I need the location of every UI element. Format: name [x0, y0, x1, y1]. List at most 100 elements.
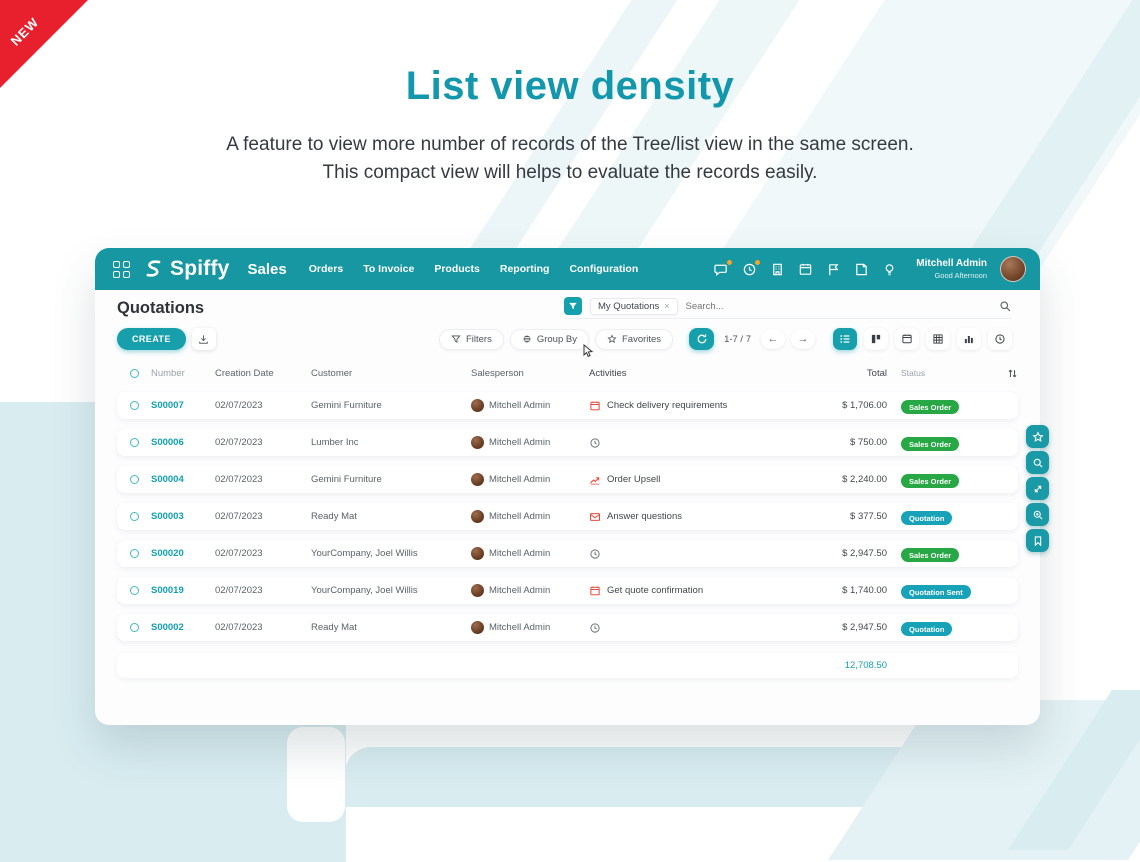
- row-select-circle[interactable]: [130, 401, 139, 410]
- pivot-view-icon[interactable]: [926, 328, 950, 350]
- refresh-button[interactable]: [689, 328, 714, 350]
- activity-cell[interactable]: [589, 622, 777, 634]
- mouse-cursor: [583, 344, 594, 358]
- facet-remove-icon[interactable]: ×: [664, 301, 669, 311]
- total-amount: $ 750.00: [777, 437, 887, 448]
- quotation-number[interactable]: S00003: [151, 511, 215, 522]
- flag-icon[interactable]: [826, 262, 841, 277]
- table-header: Number Creation Date Customer Salesperso…: [117, 364, 1018, 382]
- menu-to-invoice[interactable]: To Invoice: [363, 263, 414, 275]
- list-view-icon[interactable]: [833, 328, 857, 350]
- module-sales[interactable]: Sales: [248, 261, 287, 278]
- row-select-circle[interactable]: [130, 475, 139, 484]
- quotation-number[interactable]: S00002: [151, 622, 215, 633]
- refresh-icon: [696, 333, 708, 345]
- menu-configuration[interactable]: Configuration: [569, 263, 638, 275]
- salesperson-avatar: [471, 584, 484, 597]
- activity-cell[interactable]: [589, 437, 777, 449]
- search-icon[interactable]: [1026, 451, 1049, 474]
- activity-cell[interactable]: [589, 548, 777, 560]
- activity-cell[interactable]: Get quote confirmation: [589, 585, 777, 597]
- total-amount: $ 2,947.50: [777, 622, 887, 633]
- export-button[interactable]: [192, 328, 216, 350]
- col-activities[interactable]: Activities: [589, 368, 777, 379]
- user-greeting: Good Afternoon: [916, 271, 987, 280]
- page-description: A feature to view more number of records…: [0, 131, 1140, 187]
- create-button[interactable]: CREATE: [117, 328, 186, 350]
- salesperson-avatar: [471, 436, 484, 449]
- menu-products[interactable]: Products: [434, 263, 480, 275]
- zoom-in-icon[interactable]: [1026, 503, 1049, 526]
- app-window: Spiffy Sales Orders To Invoice Products …: [95, 248, 1040, 725]
- customer: Ready Mat: [311, 511, 471, 522]
- activity-cell[interactable]: Check delivery requirements: [589, 400, 777, 412]
- table-row[interactable]: S00007 02/07/2023 Gemini Furniture Mitch…: [117, 392, 1018, 419]
- filters-button[interactable]: Filters: [439, 329, 504, 350]
- note-icon[interactable]: [854, 262, 869, 277]
- row-select-circle[interactable]: [130, 438, 139, 447]
- row-select-circle[interactable]: [130, 623, 139, 632]
- salesperson-avatar: [471, 621, 484, 634]
- bookmark-icon[interactable]: [1026, 529, 1049, 552]
- creation-date: 02/07/2023: [215, 548, 311, 559]
- select-all-circle[interactable]: [130, 369, 139, 378]
- apps-grid-icon[interactable]: [113, 261, 130, 278]
- quotation-number[interactable]: S00006: [151, 437, 215, 448]
- col-status[interactable]: Status: [887, 368, 992, 378]
- user-menu[interactable]: Mitchell Admin Good Afternoon: [916, 258, 987, 280]
- star-icon: [607, 334, 617, 344]
- menu-orders[interactable]: Orders: [309, 263, 343, 275]
- table-row[interactable]: S00003 02/07/2023 Ready Mat Mitchell Adm…: [117, 503, 1018, 530]
- col-number[interactable]: Number: [151, 368, 215, 379]
- creation-date: 02/07/2023: [215, 437, 311, 448]
- calendar-view-icon[interactable]: [895, 328, 919, 350]
- graph-view-icon[interactable]: [957, 328, 981, 350]
- table-row[interactable]: S00006 02/07/2023 Lumber Inc Mitchell Ad…: [117, 429, 1018, 456]
- activity-cell[interactable]: Answer questions: [589, 511, 777, 523]
- col-creation-date[interactable]: Creation Date: [215, 368, 311, 379]
- group-by-button[interactable]: Group By: [510, 329, 589, 350]
- creation-date: 02/07/2023: [215, 622, 311, 633]
- optional-columns-icon[interactable]: [992, 368, 1018, 379]
- kanban-view-icon[interactable]: [864, 328, 888, 350]
- quotation-number[interactable]: S00007: [151, 400, 215, 411]
- creation-date: 02/07/2023: [215, 474, 311, 485]
- calendar-icon[interactable]: [798, 262, 813, 277]
- col-salesperson[interactable]: Salesperson: [471, 368, 589, 379]
- table-row[interactable]: S00020 02/07/2023 YourCompany, Joel Will…: [117, 540, 1018, 567]
- search-icon[interactable]: [999, 300, 1012, 313]
- menu-reporting[interactable]: Reporting: [500, 263, 550, 275]
- quotation-number[interactable]: S00004: [151, 474, 215, 485]
- expand-icon[interactable]: [1026, 477, 1049, 500]
- table-row[interactable]: S00004 02/07/2023 Gemini Furniture Mitch…: [117, 466, 1018, 493]
- total-amount: $ 2,947.50: [777, 548, 887, 559]
- quotation-number[interactable]: S00020: [151, 548, 215, 559]
- building-icon[interactable]: [770, 262, 785, 277]
- row-select-circle[interactable]: [130, 586, 139, 595]
- pager-prev-button[interactable]: ←: [761, 329, 785, 349]
- bulb-icon[interactable]: [882, 262, 897, 277]
- spiffy-logo[interactable]: Spiffy: [140, 256, 230, 282]
- search-facet[interactable]: My Quotations ×: [590, 298, 678, 315]
- pager-next-button[interactable]: →: [791, 329, 815, 349]
- user-name: Mitchell Admin: [916, 258, 987, 271]
- col-customer[interactable]: Customer: [311, 368, 471, 379]
- user-avatar[interactable]: [1000, 256, 1026, 282]
- quotation-number[interactable]: S00019: [151, 585, 215, 596]
- search-input[interactable]: [686, 301, 991, 312]
- col-total[interactable]: Total: [777, 368, 887, 379]
- activity-view-icon[interactable]: [988, 328, 1012, 350]
- clock-icon[interactable]: [742, 262, 757, 277]
- table-row[interactable]: S00002 02/07/2023 Ready Mat Mitchell Adm…: [117, 614, 1018, 641]
- star-icon[interactable]: [1026, 425, 1049, 448]
- activity-cell[interactable]: Order Upsell: [589, 474, 777, 486]
- row-select-circle[interactable]: [130, 512, 139, 521]
- chat-icon[interactable]: [714, 262, 729, 277]
- customer: Lumber Inc: [311, 437, 471, 448]
- search-bar[interactable]: My Quotations ×: [564, 297, 1012, 319]
- row-select-circle[interactable]: [130, 549, 139, 558]
- calendar-icon: [589, 585, 601, 597]
- favorites-button[interactable]: Favorites: [595, 329, 673, 350]
- table-row[interactable]: S00019 02/07/2023 YourCompany, Joel Will…: [117, 577, 1018, 604]
- salesperson: Mitchell Admin: [489, 474, 550, 485]
